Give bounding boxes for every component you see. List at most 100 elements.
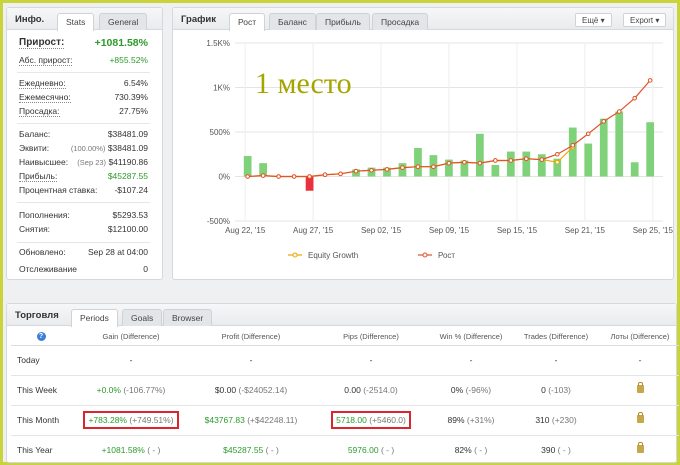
chart-bar [506, 151, 515, 177]
chart-bar [522, 151, 531, 177]
column-header-profit[interactable]: Profit (Difference) [191, 328, 311, 346]
export-dropdown[interactable]: Export ▾ [623, 13, 667, 27]
tab-balance[interactable]: Баланс [269, 13, 316, 30]
trades-cell: 390 ( - ) [511, 435, 601, 465]
balance-value: $38481.09 [107, 129, 148, 139]
growth-chart: 1.5K% 1K% 500% 0% -500%Aug 22, '15 Aug 27, '1… [206, 39, 673, 260]
growth-point [647, 78, 653, 83]
growth-point [276, 174, 281, 179]
growth-row: Прирост: +1081.58% [19, 37, 148, 53]
period-label: This Month [11, 405, 71, 436]
period-label: This Week [11, 375, 71, 406]
trades-value: 390 [541, 445, 556, 455]
growth-point [384, 167, 390, 172]
trading-panel: Торговля Periods Goals Browser ? Gain (D… [6, 303, 679, 465]
interest-label: Процентная ставка: [19, 185, 98, 195]
profit-value: $45287.55 [107, 171, 148, 181]
pips-cell: 5976.00 ( - ) [311, 435, 431, 465]
trades-diff: (-103) [548, 385, 571, 395]
tab-drawdown[interactable]: Просадка [372, 13, 429, 30]
profit-cell: $45287.55 ( - ) [191, 435, 311, 465]
growth-point [415, 164, 421, 170]
more-label: Ещё [582, 16, 599, 25]
equity-percent: (100.00%) [70, 144, 106, 153]
drawdown-value: 27.75% [119, 106, 148, 116]
chart-panel-title: График [181, 14, 217, 25]
column-header-gain[interactable]: Gain (Difference) [71, 328, 191, 346]
highest-value-group: (Sep 23) $41190.86 [77, 157, 148, 167]
lots-cell [601, 375, 679, 406]
growth-point [554, 151, 560, 157]
profit-row: Прибыль: $45287.55 [19, 171, 148, 185]
profit-diff: ( - ) [265, 445, 279, 455]
tab-periods[interactable]: Periods [71, 309, 118, 327]
monthly-label: Ежемесячно: [19, 92, 71, 103]
pips-diff: (-2514.0) [363, 385, 398, 395]
abs-growth-row: Абс. прирост: +855.52% [19, 55, 148, 69]
daily-row: Ежедневно: 6.54% [19, 78, 148, 92]
growth-point [338, 171, 343, 177]
x-tick-label: Sep 15, '15 [497, 226, 538, 235]
chart-bar [243, 156, 252, 177]
tab-stats[interactable]: Stats [57, 13, 95, 31]
question-icon[interactable]: ? [36, 332, 46, 342]
tab-browser[interactable]: Browser [163, 309, 213, 326]
tracking-label: Отслеживание [19, 264, 78, 274]
column-header-pips[interactable]: Pips (Difference) [311, 328, 431, 346]
tab-growth[interactable]: Рост [229, 13, 266, 31]
gain-diff: (-106.77%) [123, 385, 166, 395]
tracking-row: Отслеживание 0 [19, 264, 148, 278]
chevron-down-icon: ▾ [655, 16, 660, 25]
lock-icon[interactable] [636, 382, 644, 393]
pips-cell: - [311, 345, 431, 376]
drawdown-label: Просадка: [19, 106, 60, 117]
column-header-trades[interactable]: Trades (Difference) [511, 328, 601, 346]
withdrawals-label: Снятия: [19, 224, 51, 234]
equity-value: $38481.09 [107, 143, 148, 153]
pips-diff: (+5460.0) [369, 415, 406, 425]
trades-cell: - [511, 345, 601, 376]
win-value: 0% [450, 385, 464, 395]
table-row: This Year +1081.58% ( - ) $45287.55 ( - … [11, 435, 679, 465]
info-panel-title: Инфо. [15, 14, 45, 25]
trades-cell: 0 (-103) [511, 375, 601, 406]
profit-diff: (-$24052.14) [238, 385, 288, 395]
equity-row: Эквити: (100.00%) $38481.09 [19, 143, 148, 157]
x-tick-label: Aug 22, '15 [225, 226, 266, 235]
deposits-row: Пополнения: $5293.53 [19, 210, 148, 224]
win-cell: 82% ( - ) [431, 435, 511, 465]
daily-label: Ежедневно: [19, 78, 66, 89]
win-diff: (+31%) [466, 415, 495, 425]
profit-label: Прибыль: [19, 171, 58, 182]
tab-goals[interactable]: Goals [122, 309, 163, 326]
trades-cell: 310 (+230) [511, 405, 601, 436]
more-dropdown[interactable]: Ещё ▾ [575, 13, 612, 27]
lock-icon[interactable] [636, 412, 644, 423]
interest-value: -$107.24 [114, 185, 148, 195]
tab-profit[interactable]: Прибыль [316, 13, 370, 30]
profit-cell: - [191, 345, 311, 376]
trading-panel-header: Торговля Periods Goals Browser [7, 304, 676, 327]
lock-icon[interactable] [636, 442, 644, 453]
growth-point [539, 157, 545, 162]
growth-point [245, 174, 250, 179]
growth-point [353, 168, 359, 174]
info-panel: Инфо. Stats General Прирост: +1081.58% А… [6, 7, 163, 280]
gain-cell: +1081.58% ( - ) [71, 435, 191, 465]
deposits-label: Пополнения: [19, 210, 70, 220]
growth-point [616, 109, 622, 114]
column-header-win[interactable]: Win % (Difference) [431, 328, 511, 346]
gain-diff: ( - ) [147, 445, 161, 455]
highest-label: Наивысшее: [19, 157, 69, 167]
win-value: 82% [454, 445, 472, 455]
growth-point [431, 164, 436, 170]
tab-general[interactable]: General [99, 13, 148, 30]
highest-value: $41190.86 [108, 157, 148, 167]
highest-date: (Sep 23) [77, 158, 107, 167]
gain-cell: +783.28% (+749.51%) [71, 405, 191, 436]
withdrawals-row: Снятия: $12100.00 [19, 224, 148, 238]
column-header-lots[interactable]: Лоты (Difference) [601, 328, 679, 346]
table-header-row: ? Gain (Difference) Profit (Difference) … [11, 328, 679, 346]
divider [17, 123, 150, 124]
drawdown-row: Просадка: 27.75% [19, 106, 148, 120]
